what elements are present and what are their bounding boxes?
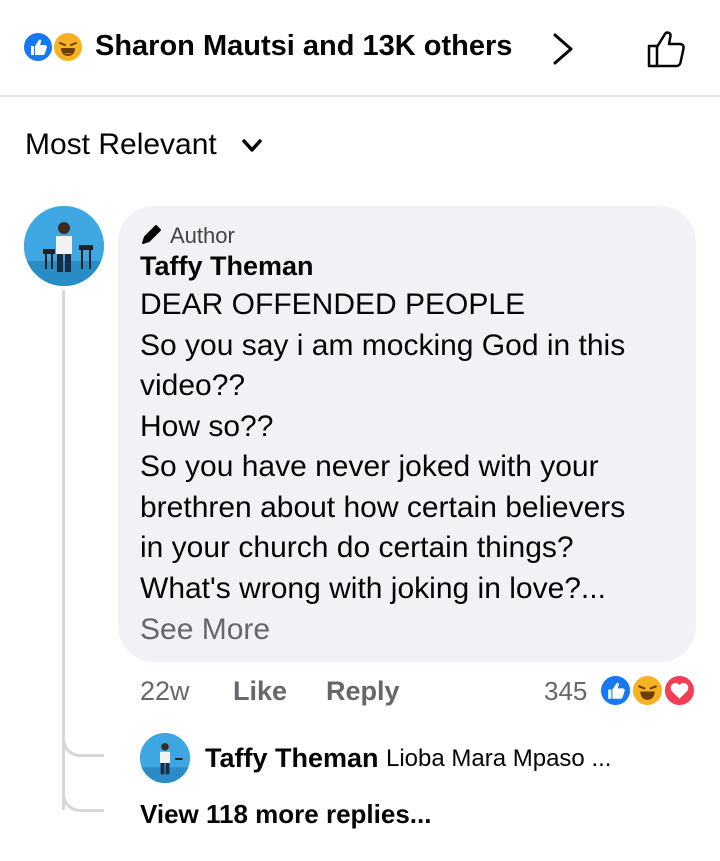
avatar[interactable] — [24, 206, 104, 286]
like-icon — [22, 31, 54, 63]
comment-text-line: So you say i am mocking God in this — [140, 328, 626, 362]
reply-snippet[interactable]: Lioba Mara Mpaso ... — [386, 745, 611, 773]
like-button[interactable]: Like — [233, 676, 287, 707]
haha-icon[interactable] — [631, 674, 664, 707]
reaction-count[interactable]: 345 — [544, 676, 587, 707]
comment-author-name[interactable]: Taffy Theman — [140, 251, 314, 282]
comment-text-line: video?? — [140, 369, 246, 402]
reactions-summary-text[interactable]: Sharon Mautsi and 13K others — [95, 30, 512, 63]
comment-text-line: DEAR OFFENDED PEOPLE — [140, 288, 526, 321]
haha-icon — [52, 31, 84, 63]
thread-branch — [62, 760, 104, 812]
chevron-down-icon[interactable] — [240, 136, 264, 156]
reply-button[interactable]: Reply — [326, 676, 400, 707]
comment-timestamp[interactable]: 22w — [140, 676, 190, 707]
view-more-replies-link[interactable]: View 118 more replies... — [140, 799, 431, 830]
reaction-icons-group — [22, 31, 88, 65]
author-badge: Author — [170, 223, 235, 248]
reactions-summary-bar[interactable]: Sharon Mautsi and 13K others — [0, 0, 720, 97]
comment-text-line: How so?? — [140, 409, 274, 443]
like-outline-icon[interactable] — [644, 26, 690, 72]
chevron-right-icon[interactable] — [550, 32, 576, 66]
comment-text-line: What's wrong with joking in love?... — [140, 571, 606, 605]
comment-text-line: brethren about how certain believers — [140, 490, 626, 524]
see-more-link[interactable]: See More — [140, 613, 270, 647]
love-icon[interactable] — [663, 674, 696, 707]
like-icon[interactable] — [599, 674, 632, 707]
comment-body: DEAR OFFENDED PEOPLE So you say i am moc… — [140, 285, 688, 609]
sort-dropdown-label[interactable]: Most Relevant — [25, 128, 217, 162]
thread-branch — [62, 705, 104, 757]
comment-text-line: So you have never joked with your — [140, 450, 599, 483]
comment-text-line: in your church do certain things? — [140, 531, 574, 564]
pencil-icon — [142, 225, 161, 244]
reply-author-name[interactable]: Taffy Theman — [205, 743, 379, 774]
reply-avatar[interactable] — [140, 733, 190, 783]
